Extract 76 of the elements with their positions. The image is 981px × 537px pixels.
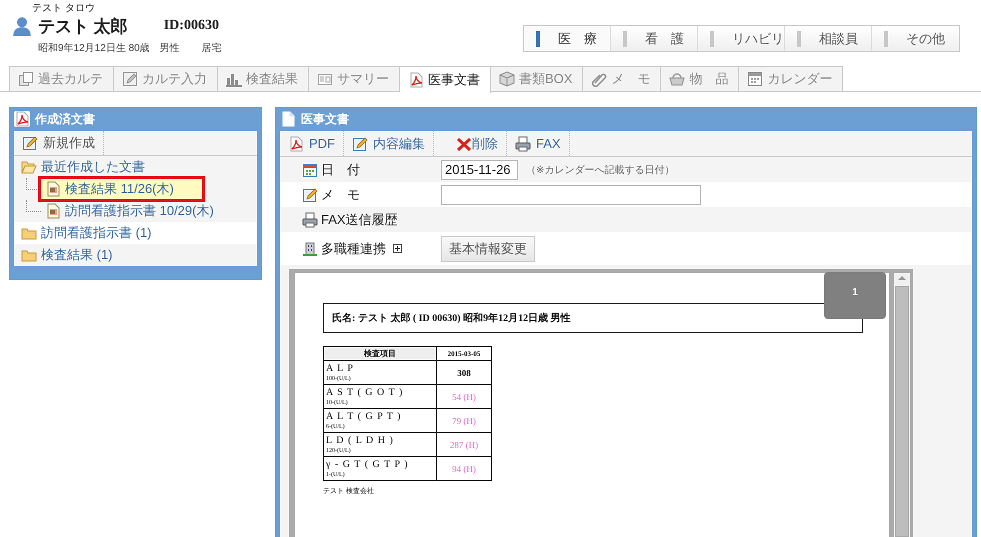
- memo-field[interactable]: [441, 184, 701, 204]
- box-icon: [499, 71, 515, 87]
- pdf-icon: [408, 72, 424, 88]
- pdf-icon: [14, 111, 30, 127]
- test-value: 94 (H): [436, 456, 492, 480]
- tab[interactable]: 検査結果: [218, 66, 309, 91]
- edit-icon: [352, 136, 368, 152]
- patient-name: テスト 太郎: [38, 16, 128, 38]
- pdf-icon: [288, 136, 304, 152]
- edit-icon: [302, 186, 318, 202]
- folder-item[interactable]: 訪問看護指示書 (1): [14, 222, 257, 244]
- test-value: 287 (H): [436, 432, 492, 456]
- folder-icon: [21, 159, 37, 175]
- patient-sex: 男性: [160, 42, 180, 55]
- category-button[interactable]: 医 療: [524, 26, 611, 51]
- delete-button[interactable]: 削除: [448, 131, 507, 156]
- tab[interactable]: カレンダー: [739, 66, 844, 91]
- patient-birth: 昭和9年12月12日生 80歳: [38, 42, 150, 55]
- date-note: （※カレンダーへ記載する日付）: [526, 164, 674, 176]
- test-item: A S T ( G O T ): [326, 386, 404, 398]
- edit-button[interactable]: 内容編集: [344, 131, 434, 156]
- delete-icon: [456, 136, 472, 152]
- document-icon: [45, 181, 61, 197]
- person-icon: [12, 16, 32, 36]
- scrollbar[interactable]: [894, 273, 910, 537]
- document-item[interactable]: 訪問看護指示書 10/29(木): [41, 201, 218, 221]
- test-value: 54 (H): [436, 384, 492, 408]
- date-label: 日 付: [321, 160, 360, 178]
- edit-icon: [122, 71, 138, 87]
- panel-title: 医事文書: [301, 110, 349, 128]
- printer-icon: [515, 136, 531, 152]
- test-value: 79 (H): [436, 408, 492, 432]
- patient-id: ID:00630: [164, 18, 219, 34]
- document-icon: [280, 111, 296, 127]
- pdf-button[interactable]: PDF: [280, 131, 344, 156]
- collaboration-label: 多職種連携: [321, 240, 386, 258]
- test-item: A L P: [326, 362, 355, 374]
- panel-title: 作成済文書: [35, 110, 95, 128]
- memo-label: メ モ: [321, 186, 360, 204]
- calendar-icon: [302, 162, 318, 178]
- tab[interactable]: 書類BOX: [491, 66, 584, 91]
- test-item: γ - G T ( G T P ): [326, 458, 410, 470]
- tab[interactable]: メ モ: [583, 66, 662, 91]
- folder-item[interactable]: 検査結果 (1): [14, 244, 257, 266]
- documents-icon: [18, 71, 34, 87]
- folder-item[interactable]: 最近作成した文書: [14, 156, 257, 178]
- category-button[interactable]: 看 護: [611, 26, 698, 51]
- basic-info-button[interactable]: 基本情報変更: [441, 236, 535, 262]
- tab[interactable]: カルテ入力: [114, 66, 218, 91]
- test-item: L D ( L D H ): [326, 434, 395, 446]
- tab[interactable]: 過去カルテ: [9, 66, 114, 91]
- page-marker: 1: [824, 272, 886, 319]
- document-item[interactable]: 検査結果 11/26(木): [41, 179, 202, 199]
- id-card-icon: [317, 71, 333, 87]
- date-field[interactable]: 2015-11-26: [441, 160, 518, 180]
- printer-icon: [302, 212, 318, 228]
- tab[interactable]: 医事文書: [400, 66, 491, 93]
- patient-residence: 居宅: [202, 42, 222, 55]
- test-value: 308: [436, 360, 492, 384]
- building-icon: [302, 240, 318, 256]
- bar-chart-icon: [226, 71, 242, 87]
- fax-button[interactable]: FAX: [507, 131, 570, 156]
- document-header: 氏名: テスト 太郎 ( ID 00630) 昭和9年12月12日歳 男性: [323, 303, 863, 333]
- paperclip-icon: [591, 71, 608, 87]
- calendar-icon: [747, 71, 764, 87]
- category-button[interactable]: 相談員: [785, 26, 872, 51]
- test-item: A L T ( G P T ): [326, 410, 402, 422]
- category-button[interactable]: リハビリ: [698, 26, 785, 51]
- edit-icon: [22, 135, 38, 151]
- document-icon: [45, 203, 61, 219]
- tab[interactable]: サマリー: [309, 66, 400, 91]
- tab[interactable]: 物 品: [661, 66, 740, 91]
- basket-icon: [669, 71, 686, 87]
- patient-kana: テスト タロウ: [31, 3, 96, 15]
- expand-icon[interactable]: [393, 244, 402, 253]
- column-header: 検査項目: [324, 346, 436, 360]
